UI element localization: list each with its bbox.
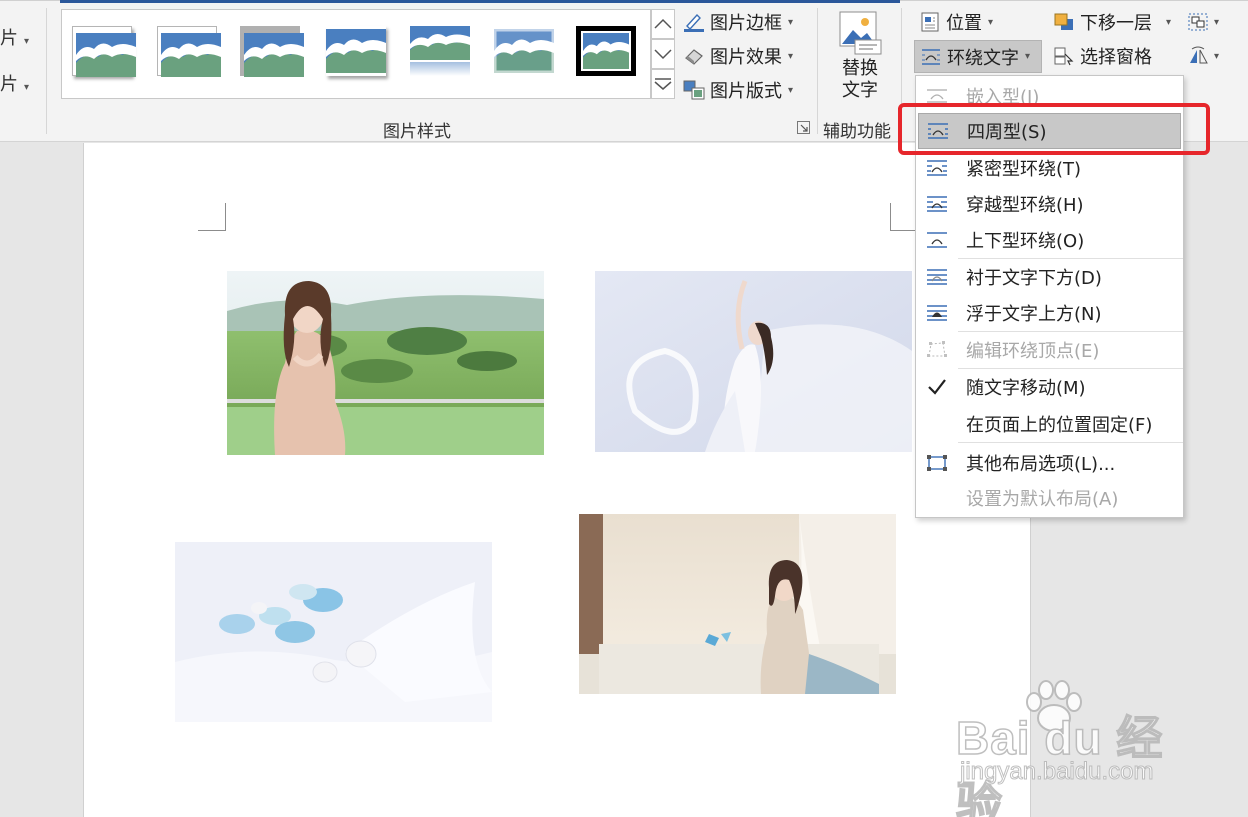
picture-style-preview-icon — [494, 26, 554, 76]
chevron-down-icon — [654, 49, 672, 60]
expand-gallery-icon — [654, 78, 672, 90]
watermark-url: jingyan.baidu.com — [959, 758, 1154, 786]
photo-woman-white-dress[interactable] — [595, 271, 912, 452]
checkmark-icon — [924, 376, 950, 398]
behind-text-icon — [924, 266, 950, 288]
wrap-top-bottom-icon — [924, 229, 950, 251]
picture-styles-group-label: 图片样式 — [383, 122, 451, 142]
photo-woman-window[interactable] — [579, 514, 896, 694]
picture-border-icon — [682, 11, 706, 33]
dialog-launcher-icon[interactable] — [797, 121, 810, 134]
wrap-text-button[interactable]: 环绕文字 ▾ — [914, 40, 1042, 73]
alt-text-icon — [839, 11, 882, 55]
margin-corner-mark-right — [890, 203, 918, 231]
picture-effects-button[interactable]: 图片效果 ▾ — [682, 42, 793, 70]
dropdown-caret-icon: ▾ — [988, 16, 994, 28]
dropdown-caret-icon: ▾ — [1166, 16, 1172, 28]
picture-style-reflected[interactable] — [410, 26, 470, 76]
picture-style-preview-icon — [410, 26, 470, 76]
picture-style-inner-border — [581, 31, 631, 71]
selection-pane-button[interactable]: 选择窗格 — [1052, 42, 1152, 70]
behind-text-option[interactable]: 衬于文字下方(D) — [918, 259, 1181, 295]
selection-pane-icon — [1052, 45, 1076, 67]
wrap-through-icon — [924, 193, 950, 215]
group-separator — [46, 8, 47, 134]
baidu-jingyan-watermark: Bai du 经验 jingyan.baidu.com — [952, 680, 1192, 817]
picture-style-preview-icon — [244, 33, 304, 77]
menu-separator — [958, 442, 1183, 443]
wrap-tight-option[interactable]: 紧密型环绕(T) — [918, 150, 1181, 186]
wrap-tight-icon — [924, 157, 950, 179]
annotation-highlight-box — [898, 103, 1210, 155]
alt-text-line-2: 文字 — [842, 80, 878, 101]
rotate-objects-button[interactable]: ▾ — [1186, 42, 1219, 70]
gallery-more-button[interactable] — [651, 69, 675, 99]
ribbon-left-fragment-2[interactable]: 片 ▾ — [0, 70, 29, 96]
edit-wrap-points-option[interactable]: 编辑环绕顶点(E) — [918, 332, 1181, 368]
picture-style-preview-icon — [76, 33, 136, 77]
picture-style-thick-black-frame[interactable] — [576, 26, 636, 76]
margin-corner-mark-left — [198, 203, 226, 231]
dropdown-caret-icon: ▾ — [788, 16, 794, 28]
group-objects-button[interactable]: ▾ — [1186, 8, 1219, 36]
move-with-text-option[interactable]: 随文字移动(M) — [918, 369, 1181, 405]
picture-layout-icon — [682, 79, 706, 101]
picture-style-preview-icon — [161, 33, 221, 77]
group-separator — [817, 8, 818, 134]
more-layout-icon — [924, 452, 950, 474]
picture-style-soft-edge[interactable] — [494, 26, 554, 76]
alt-text-line-1: 替换 — [842, 58, 878, 79]
position-icon — [918, 11, 942, 33]
group-objects-icon — [1186, 11, 1210, 33]
position-button[interactable]: 位置 ▾ — [918, 8, 993, 36]
document-page[interactable] — [83, 143, 1031, 817]
dropdown-caret-icon: ▾ — [788, 84, 794, 96]
dropdown-caret-icon: ▾ — [788, 50, 794, 62]
wrap-through-option[interactable]: 穿越型环绕(H) — [918, 186, 1181, 222]
edit-wrap-points-icon — [924, 339, 950, 361]
dropdown-caret-icon: ▾ — [1025, 51, 1031, 62]
picture-style-simple-frame-white[interactable] — [72, 26, 136, 77]
picture-effects-icon — [682, 45, 706, 67]
ribbon-left-fragment-1[interactable]: 片 ▾ — [0, 24, 29, 50]
fix-position-empty-icon — [924, 413, 950, 435]
in-front-of-text-icon — [924, 302, 950, 324]
picture-style-metal-frame[interactable] — [240, 26, 304, 77]
active-tab-indicator — [60, 0, 900, 3]
fix-position-on-page-option[interactable]: 在页面上的位置固定(F) — [918, 406, 1181, 442]
in-front-of-text-option[interactable]: 浮于文字上方(N) — [918, 295, 1181, 331]
picture-layout-button[interactable]: 图片版式 ▾ — [682, 76, 793, 104]
send-backward-button[interactable]: 下移一层 ▾ — [1052, 8, 1171, 36]
chevron-up-icon — [654, 18, 672, 29]
dropdown-caret-icon: ▾ — [24, 82, 30, 93]
picture-styles-gallery — [61, 9, 651, 99]
dropdown-caret-icon: ▾ — [1214, 16, 1220, 28]
set-default-empty-icon — [924, 487, 950, 509]
photo-blue-pebbles[interactable] — [175, 542, 492, 722]
alt-text-button[interactable]: 替换 文字 — [832, 10, 888, 110]
rotate-icon — [1186, 45, 1210, 67]
gallery-scroll-up-button[interactable] — [651, 9, 675, 39]
picture-style-beveled-matte[interactable] — [157, 26, 221, 77]
dropdown-caret-icon: ▾ — [1214, 50, 1220, 62]
gallery-scroll-down-button[interactable] — [651, 39, 675, 69]
picture-border-button[interactable]: 图片边框 ▾ — [682, 8, 793, 36]
wrap-text-icon — [919, 46, 943, 68]
picture-style-preview-icon — [583, 33, 629, 69]
set-as-default-layout-option[interactable]: 设置为默认布局(A) — [918, 480, 1181, 516]
dropdown-caret-icon: ▾ — [24, 36, 30, 47]
more-layout-options-option[interactable]: 其他布局选项(L)... — [918, 445, 1181, 481]
accessibility-group-label: 辅助功能 — [823, 122, 891, 142]
picture-style-preview-icon — [326, 29, 386, 73]
wrap-top-bottom-option[interactable]: 上下型环绕(O) — [918, 222, 1181, 258]
picture-style-drop-shadow[interactable] — [326, 26, 386, 76]
photo-woman-balcony[interactable] — [227, 271, 544, 455]
send-backward-icon — [1052, 11, 1076, 33]
